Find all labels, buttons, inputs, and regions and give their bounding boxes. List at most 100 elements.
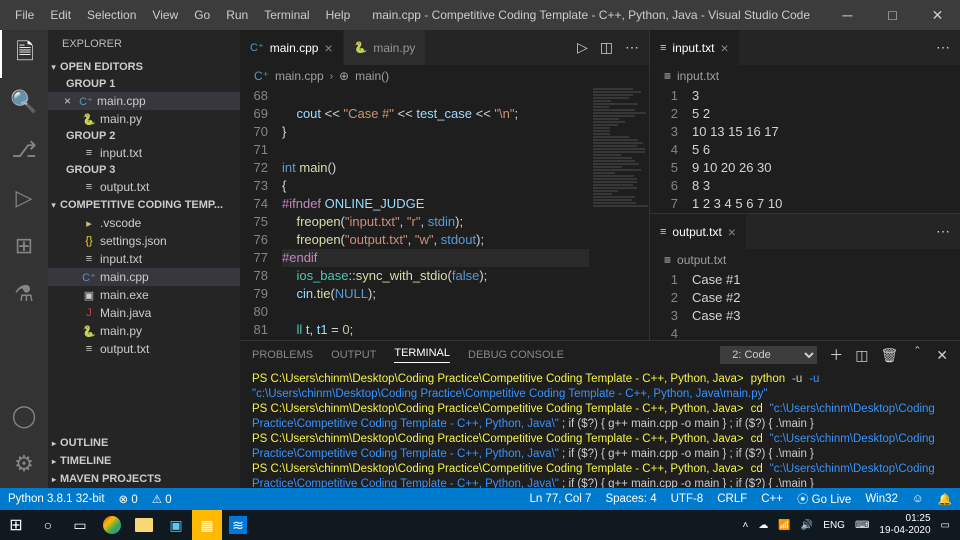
- status-feedback[interactable]: ☺: [912, 493, 924, 505]
- breadcrumb[interactable]: ≡output.txtinput.txt: [650, 65, 960, 87]
- start-button[interactable]: ⊞: [0, 510, 32, 540]
- minimize-button[interactable]: ─: [825, 0, 870, 30]
- store-icon[interactable]: ▣: [160, 510, 192, 540]
- extensions-icon[interactable]: ⊞: [0, 222, 48, 270]
- run-debug-icon[interactable]: ▷: [0, 174, 48, 222]
- tab-output-txt[interactable]: ≡output.txt×: [650, 214, 747, 249]
- menu-edit[interactable]: Edit: [43, 4, 78, 26]
- open-editor-main-py[interactable]: 🐍main.py: [48, 110, 240, 128]
- more-icon[interactable]: ⋯: [625, 39, 639, 56]
- close-button[interactable]: ✕: [915, 0, 960, 30]
- breadcrumb[interactable]: C⁺main.cpp›⊕main(): [240, 65, 649, 87]
- search-icon[interactable]: 🔍: [0, 78, 48, 126]
- status-encoding[interactable]: UTF-8: [671, 493, 704, 505]
- outline-header[interactable]: OUTLINE: [48, 434, 240, 452]
- open-editors-header[interactable]: OPEN EDITORS: [48, 58, 240, 76]
- chrome-icon[interactable]: [96, 510, 128, 540]
- tray-wifi-icon[interactable]: 📶: [778, 520, 790, 531]
- menu-run[interactable]: Run: [219, 4, 255, 26]
- tray-onedrive-icon[interactable]: ☁: [758, 520, 768, 531]
- explorer-icon[interactable]: 🗎: [0, 30, 48, 78]
- panel-tab-terminal[interactable]: TERMINAL: [394, 347, 450, 363]
- file-main-java[interactable]: JMain.java: [48, 304, 240, 322]
- workspace-header[interactable]: COMPETITIVE CODING TEMP...: [48, 196, 240, 214]
- status-lncol[interactable]: Ln 77, Col 7: [529, 493, 591, 505]
- close-panel-icon[interactable]: ✕: [936, 347, 948, 364]
- close-icon[interactable]: ×: [324, 40, 332, 56]
- menu-view[interactable]: View: [145, 4, 185, 26]
- task-view-icon[interactable]: ▭: [64, 510, 96, 540]
- tab-input-txt[interactable]: ≡input.txt×: [650, 30, 740, 65]
- tray-notifications-icon[interactable]: ▭: [941, 520, 950, 531]
- panel-tab-output[interactable]: OUTPUT: [331, 349, 376, 361]
- explorer-sidebar: EXPLORER OPEN EDITORS GROUP 1 ×C⁺main.cp…: [48, 30, 240, 488]
- more-icon[interactable]: ⋯: [936, 39, 950, 56]
- tray-date[interactable]: 19-04-2020: [879, 525, 930, 537]
- app-icon[interactable]: ▦: [192, 510, 222, 540]
- status-python[interactable]: Python 3.8.1 32-bit: [8, 493, 105, 505]
- split-terminal-icon[interactable]: ◫: [855, 347, 868, 364]
- menu-file[interactable]: File: [8, 4, 41, 26]
- file-settings-json[interactable]: {}settings.json: [48, 232, 240, 250]
- file-main-exe[interactable]: ▣main.exe: [48, 286, 240, 304]
- editor-group-3: ≡output.txt× ⋯ ≡output.txt 1234 Case #1C…: [650, 214, 960, 340]
- new-terminal-icon[interactable]: ＋: [829, 345, 843, 365]
- close-icon[interactable]: ×: [64, 94, 71, 108]
- kill-terminal-icon[interactable]: 🗑: [880, 347, 898, 364]
- test-icon[interactable]: ⚗: [0, 270, 48, 318]
- file-input-txt[interactable]: ≡input.txt: [48, 250, 240, 268]
- text-editor[interactable]: 1234 Case #1Case #2Case #3: [650, 271, 960, 340]
- menu-go[interactable]: Go: [187, 4, 217, 26]
- run-icon[interactable]: ▷: [577, 39, 588, 56]
- terminal-selector[interactable]: 2: Code: [720, 346, 817, 364]
- source-control-icon[interactable]: ⎇: [0, 126, 48, 174]
- status-warnings[interactable]: ⚠ 0: [152, 492, 172, 506]
- minimap[interactable]: [589, 87, 649, 340]
- open-editor-main-cpp[interactable]: ×C⁺main.cpp: [48, 92, 240, 110]
- maximize-panel-icon[interactable]: ＾: [910, 345, 924, 365]
- file-explorer-icon[interactable]: [128, 510, 160, 540]
- status-bell[interactable]: 🔔: [938, 492, 952, 506]
- file-output-txt[interactable]: ≡output.txt: [48, 340, 240, 358]
- status-os[interactable]: Win32: [865, 493, 898, 505]
- menu-terminal[interactable]: Terminal: [257, 4, 316, 26]
- menu-selection[interactable]: Selection: [80, 4, 143, 26]
- file-main-py[interactable]: 🐍main.py: [48, 322, 240, 340]
- settings-gear-icon[interactable]: ⚙: [0, 440, 48, 488]
- tray-lang[interactable]: ENG: [823, 520, 845, 531]
- tray-chevron-icon[interactable]: ˄: [743, 520, 749, 531]
- activity-bar: 🗎 🔍 ⎇ ▷ ⊞ ⚗ ◯ ⚙: [0, 30, 48, 488]
- cortana-icon[interactable]: ○: [32, 510, 64, 540]
- account-icon[interactable]: ◯: [0, 392, 48, 440]
- status-lang[interactable]: C++: [761, 493, 783, 505]
- panel-tab-debug[interactable]: DEBUG CONSOLE: [468, 349, 564, 361]
- status-errors[interactable]: ⊗ 0: [119, 492, 138, 506]
- maximize-button[interactable]: □: [870, 0, 915, 30]
- code-editor[interactable]: 6869707172737475767778798081828384858687…: [240, 87, 649, 340]
- status-spaces[interactable]: Spaces: 4: [605, 493, 656, 505]
- terminal[interactable]: PS C:\Users\chinm\Desktop\Coding Practic…: [240, 369, 960, 488]
- tab-main-cpp[interactable]: C⁺main.cpp×: [240, 30, 344, 65]
- maven-header[interactable]: MAVEN PROJECTS: [48, 470, 240, 488]
- tray-volume-icon[interactable]: 🔊: [801, 520, 813, 531]
- text-editor[interactable]: 1234567 35 210 13 15 16 175 69 10 20 26 …: [650, 87, 960, 213]
- split-editor-icon[interactable]: ◫: [600, 39, 613, 56]
- panel-tab-problems[interactable]: PROBLEMS: [252, 349, 313, 361]
- tray-time[interactable]: 01:25: [879, 513, 930, 525]
- timeline-header[interactable]: TIMELINE: [48, 452, 240, 470]
- tray-keyboard-icon[interactable]: ⌨: [855, 520, 869, 531]
- open-editor-output-txt[interactable]: ≡output.txt: [48, 178, 240, 196]
- status-golive[interactable]: ⦿ Go Live: [797, 491, 851, 507]
- status-eol[interactable]: CRLF: [717, 493, 747, 505]
- status-bar: Python 3.8.1 32-bit ⊗ 0 ⚠ 0 Ln 77, Col 7…: [0, 488, 960, 510]
- open-editor-input-txt[interactable]: ≡input.txt: [48, 144, 240, 162]
- tab-main-py[interactable]: 🐍main.py: [344, 30, 427, 65]
- more-icon[interactable]: ⋯: [936, 223, 950, 240]
- file-main-cpp[interactable]: C⁺main.cpp: [48, 268, 240, 286]
- menu-help[interactable]: Help: [319, 4, 358, 26]
- folder-vscode[interactable]: ▸.vscode: [48, 214, 240, 232]
- close-icon[interactable]: ×: [728, 224, 736, 240]
- close-icon[interactable]: ×: [720, 40, 728, 56]
- breadcrumb[interactable]: ≡output.txt: [650, 249, 960, 271]
- vscode-taskbar-icon[interactable]: ≋: [222, 510, 254, 540]
